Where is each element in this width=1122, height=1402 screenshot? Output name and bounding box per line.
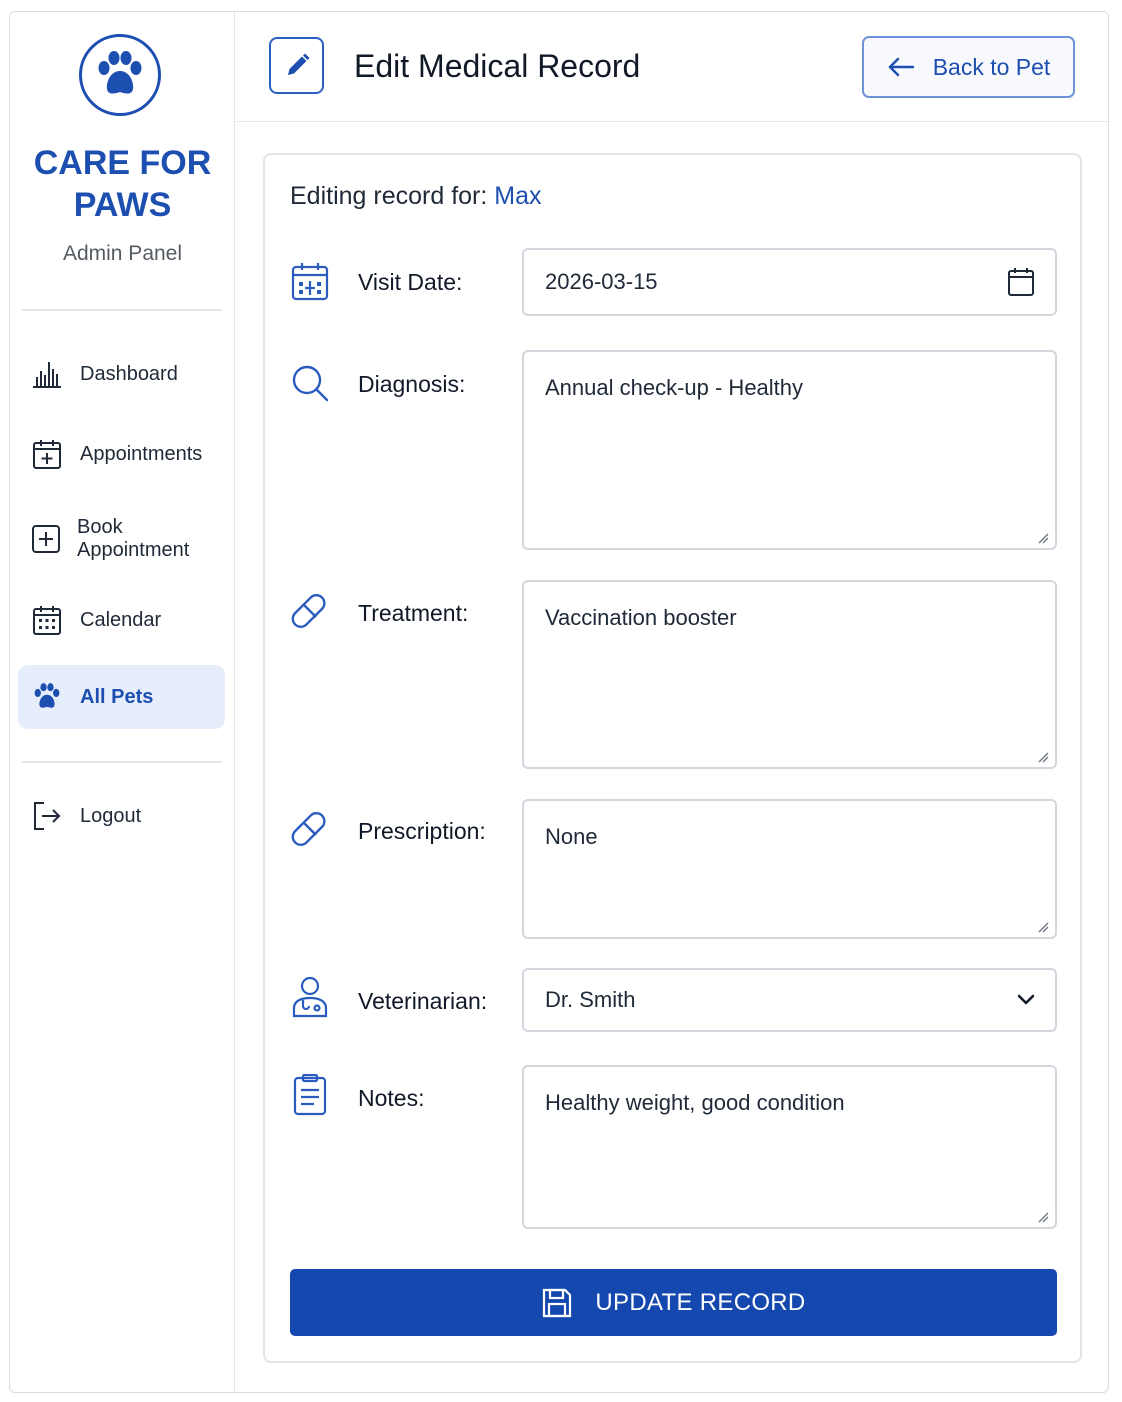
brand-subtitle: Admin Panel	[62, 242, 183, 265]
calendar-picker-icon[interactable]	[1007, 267, 1035, 297]
back-button-label: Back to Pet	[932, 53, 1051, 80]
notes-value: Healthy weight, good condition	[545, 1090, 845, 1115]
search-icon	[290, 363, 330, 403]
diagnosis-label: Diagnosis:	[358, 371, 466, 397]
save-icon	[541, 1287, 573, 1319]
veterinarian-label: Veterinarian:	[358, 988, 488, 1014]
resize-handle-icon[interactable]	[1037, 751, 1049, 763]
visit-date-label: Visit Date:	[358, 269, 463, 295]
logout-icon	[30, 799, 64, 833]
calendar-plus-icon	[30, 437, 64, 471]
sidebar-item-appointments[interactable]: Appointments	[18, 422, 225, 486]
sidebar-divider	[22, 761, 222, 763]
app-window: CARE FOR PAWS Admin Panel Dashboard Appo…	[9, 11, 1109, 1393]
plus-square-icon	[30, 522, 61, 556]
sidebar-item-dashboard[interactable]: Dashboard	[18, 342, 225, 406]
treatment-value: Vaccination booster	[545, 605, 737, 630]
resize-handle-icon[interactable]	[1037, 532, 1049, 544]
calendar-grid-icon	[30, 603, 64, 637]
sidebar-item-label: Calendar	[80, 608, 162, 631]
veterinarian-select[interactable]: Dr. Smith	[522, 968, 1057, 1032]
pet-name: Max	[494, 182, 542, 210]
sidebar-item-label: Dashboard	[80, 362, 178, 385]
brand-name: CARE FOR PAWS	[33, 144, 212, 224]
diagnosis-value: Annual check-up - Healthy	[545, 375, 804, 400]
calendar-icon	[290, 261, 330, 301]
pill-icon	[290, 591, 330, 631]
page-title: Edit Medical Record	[354, 48, 641, 84]
pill-icon	[290, 809, 330, 849]
paw-icon	[30, 680, 64, 714]
notes-label: Notes:	[358, 1085, 425, 1111]
treatment-textarea[interactable]: Vaccination booster	[522, 580, 1057, 769]
sidebar-item-calendar[interactable]: Calendar	[18, 588, 225, 652]
sidebar-item-label: Logout	[80, 804, 142, 827]
arrow-left-icon	[887, 57, 915, 77]
update-record-button[interactable]: UPDATE RECORD	[290, 1269, 1057, 1336]
sidebar-item-label: All Pets	[80, 685, 154, 708]
pencil-icon	[269, 37, 324, 94]
sidebar-item-all-pets[interactable]: All Pets	[18, 665, 225, 729]
sidebar-item-logout[interactable]: Logout	[18, 784, 225, 848]
sidebar-item-book-appointment[interactable]: Book Appointment	[18, 507, 225, 571]
editing-record-heading: Editing record for: Max	[290, 182, 542, 211]
prescription-value: None	[545, 824, 598, 849]
update-record-label: UPDATE RECORD	[595, 1288, 806, 1316]
doctor-icon	[290, 976, 330, 1018]
sidebar-divider	[22, 309, 222, 311]
bar-chart-icon	[30, 357, 64, 391]
chevron-down-icon	[1017, 994, 1035, 1006]
paw-icon	[79, 34, 161, 116]
diagnosis-textarea[interactable]: Annual check-up - Healthy	[522, 350, 1057, 550]
sidebar-item-label: Appointments	[80, 442, 203, 465]
page-header: Edit Medical Record Back to Pet	[236, 12, 1108, 122]
prescription-label: Prescription:	[358, 818, 486, 844]
notes-textarea[interactable]: Healthy weight, good condition	[522, 1065, 1057, 1229]
back-to-pet-button[interactable]: Back to Pet	[862, 36, 1075, 98]
resize-handle-icon[interactable]	[1037, 1211, 1049, 1223]
veterinarian-value: Dr. Smith	[545, 987, 636, 1012]
treatment-label: Treatment:	[358, 600, 469, 626]
sidebar-item-label: Book Appointment	[77, 516, 190, 561]
edit-record-card: Editing record for: Max Visit Date: 2026…	[263, 153, 1082, 1363]
sidebar: CARE FOR PAWS Admin Panel Dashboard Appo…	[10, 12, 235, 1392]
visit-date-value: 2026-03-15	[545, 269, 658, 294]
visit-date-input[interactable]: 2026-03-15	[522, 248, 1057, 316]
prescription-textarea[interactable]: None	[522, 799, 1057, 939]
resize-handle-icon[interactable]	[1037, 921, 1049, 933]
editing-prefix: Editing record for:	[290, 182, 488, 210]
clipboard-icon	[290, 1074, 330, 1116]
